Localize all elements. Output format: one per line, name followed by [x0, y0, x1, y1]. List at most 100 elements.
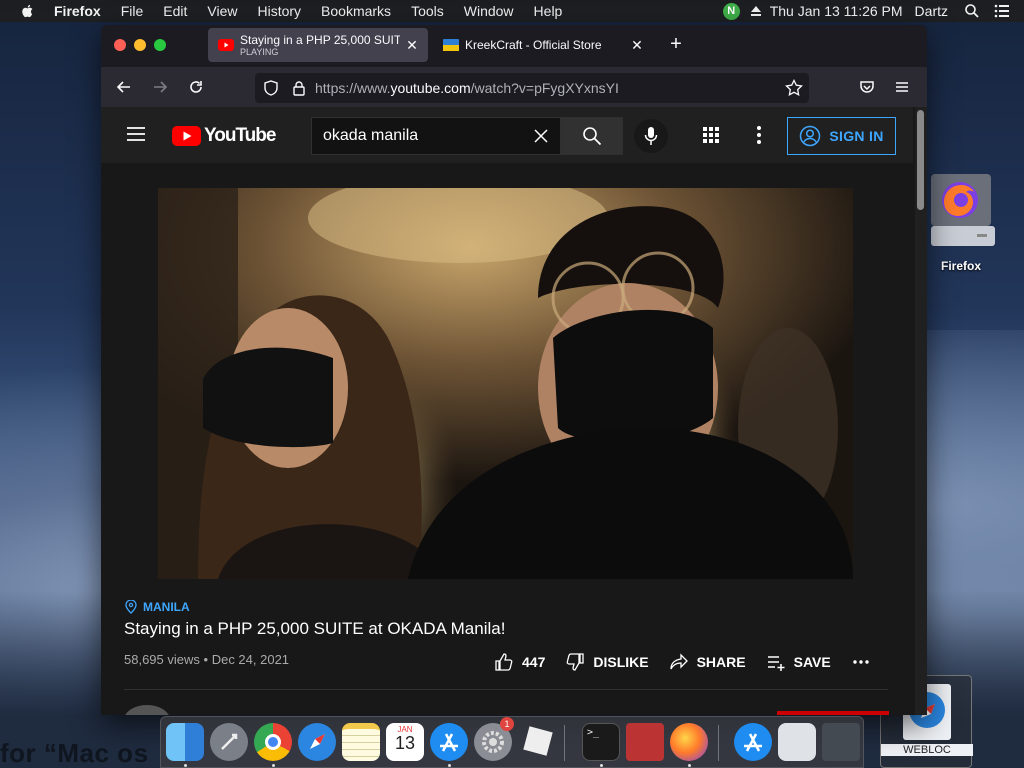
dock: JAN 13 1 >_	[160, 716, 864, 768]
menu-bar: Firefox File Edit View History Bookmarks…	[0, 0, 1024, 22]
share-arrow-icon	[669, 653, 688, 670]
sign-in-label: SIGN IN	[829, 128, 884, 144]
spotlight-search-icon[interactable]	[964, 3, 980, 19]
tab-youtube-video[interactable]: Staying in a PHP 25,000 SUITE at OKADA M…	[208, 28, 428, 62]
menu-file[interactable]: File	[121, 3, 144, 19]
sign-in-button[interactable]: SIGN IN	[787, 117, 896, 155]
apps-grid-icon[interactable]	[701, 125, 721, 145]
playlist-add-icon	[767, 656, 785, 671]
save-button[interactable]: SAVE	[766, 652, 831, 672]
guide-menu-icon[interactable]	[127, 127, 145, 141]
tab-bar: Staying in a PHP 25,000 SUITE at OKADA M…	[101, 25, 927, 67]
channel-avatar[interactable]	[124, 705, 170, 715]
menubar-clock[interactable]: Thu Jan 13 11:26 PM	[770, 3, 903, 19]
menu-history[interactable]: History	[257, 3, 301, 19]
search-box	[311, 117, 561, 155]
app-store-glyph	[440, 733, 458, 752]
search-input[interactable]	[323, 127, 523, 145]
eject-icon[interactable]	[750, 5, 762, 17]
location-label: MANILA	[143, 600, 190, 614]
calendar-icon[interactable]: JAN 13	[386, 723, 424, 761]
close-tab-icon[interactable]: ✕	[404, 37, 420, 53]
running-indicator	[184, 764, 187, 767]
voice-search-button[interactable]	[634, 119, 668, 153]
youtube-header: YouTube SIGN IN	[101, 107, 913, 163]
menu-app-firefox[interactable]: Firefox	[54, 3, 101, 19]
share-button[interactable]: SHARE	[669, 652, 746, 672]
video-player[interactable]	[158, 188, 853, 579]
roblox-icon[interactable]	[518, 723, 556, 761]
zoom-window-button[interactable]	[154, 39, 166, 51]
menu-tools[interactable]: Tools	[411, 3, 444, 19]
pocket-button[interactable]	[855, 75, 879, 99]
desktop-firefox-label: Firefox	[940, 259, 981, 273]
menu-help[interactable]: Help	[534, 3, 563, 19]
view-count: 58,695 views	[124, 652, 200, 667]
like-button[interactable]: 447	[494, 652, 545, 672]
app-store-downloads-icon[interactable]	[734, 723, 772, 761]
webloc-label: WEBLOC	[881, 744, 973, 756]
app-store-icon[interactable]	[430, 723, 468, 761]
bookmark-star-icon[interactable]	[785, 79, 803, 97]
scrollbar-thumb[interactable]	[917, 110, 924, 210]
photo-booth-icon[interactable]	[626, 723, 664, 761]
tracking-protection-shield-icon[interactable]	[263, 80, 279, 96]
youtube-logo[interactable]: YouTube	[172, 125, 276, 147]
apple-menu-icon[interactable]	[20, 3, 36, 19]
back-button[interactable]	[112, 75, 136, 99]
address-bar[interactable]: https://www.youtube.com/watch?v=pFygXYxn…	[255, 73, 809, 103]
menubar-status-area: N Thu Jan 13 11:26 PM Dartz	[722, 0, 1024, 22]
close-tab-icon[interactable]: ✕	[629, 37, 645, 53]
menu-edit[interactable]: Edit	[163, 3, 187, 19]
firefox-dock-icon[interactable]	[670, 723, 708, 761]
reload-button[interactable]	[184, 75, 208, 99]
terminal-icon[interactable]: >_	[582, 723, 620, 761]
back-arrow-icon	[116, 81, 130, 93]
location-pin-icon	[125, 600, 137, 614]
close-window-button[interactable]	[114, 39, 126, 51]
n-status-icon[interactable]: N	[722, 2, 740, 20]
tab-title: Staying in a PHP 25,000 SUITE at OKADA M…	[240, 33, 400, 47]
finder-icon[interactable]	[166, 723, 204, 761]
subscribe-button-partial[interactable]	[777, 711, 889, 715]
youtube-page: YouTube SIGN IN	[101, 107, 927, 715]
documents-folder-icon[interactable]	[778, 723, 816, 761]
firefox-drive-icon	[931, 174, 995, 246]
app-menu-button[interactable]	[890, 75, 914, 99]
dislike-button[interactable]: DISLIKE	[565, 652, 649, 672]
running-indicator	[272, 764, 275, 767]
launchpad-icon[interactable]	[210, 723, 248, 761]
more-horizontal-icon	[853, 660, 869, 664]
forward-button[interactable]	[148, 75, 172, 99]
dislike-label: DISLIKE	[593, 654, 649, 670]
like-count: 447	[522, 654, 546, 670]
menu-window[interactable]: Window	[464, 3, 514, 19]
url-text: https://www.youtube.com/watch?v=pFygXYxn…	[315, 80, 619, 96]
chrome-icon[interactable]	[254, 723, 292, 761]
menu-bookmarks[interactable]: Bookmarks	[321, 3, 391, 19]
trash-icon[interactable]	[822, 723, 860, 761]
menubar-user[interactable]: Dartz	[915, 3, 948, 19]
minimize-window-button[interactable]	[134, 39, 146, 51]
tab-kreekcraft-store[interactable]: KreekCraft - Official Store ✕	[433, 28, 653, 62]
settings-more-icon[interactable]	[751, 125, 767, 145]
menu-view[interactable]: View	[207, 3, 237, 19]
youtube-play-logo-icon	[172, 126, 201, 146]
location-link[interactable]: MANILA	[125, 600, 190, 614]
page-scrollbar[interactable]	[915, 107, 927, 715]
dock-separator	[718, 725, 719, 761]
search-button[interactable]	[561, 117, 623, 155]
notes-icon[interactable]	[342, 723, 380, 761]
running-indicator	[600, 764, 603, 767]
running-indicator	[448, 764, 451, 767]
lock-icon[interactable]	[291, 80, 307, 96]
more-actions-button[interactable]	[851, 652, 879, 672]
desktop-firefox-icon[interactable]: Firefox	[926, 172, 996, 273]
notification-center-icon[interactable]	[994, 3, 1010, 19]
url-host: youtube.com	[390, 80, 471, 96]
new-tab-button[interactable]: +	[667, 34, 685, 54]
clear-search-icon[interactable]	[532, 127, 550, 145]
thumbs-down-icon	[566, 653, 585, 671]
safari-icon[interactable]	[298, 723, 336, 761]
desktop-background-text: for “Mac os	[0, 738, 149, 768]
